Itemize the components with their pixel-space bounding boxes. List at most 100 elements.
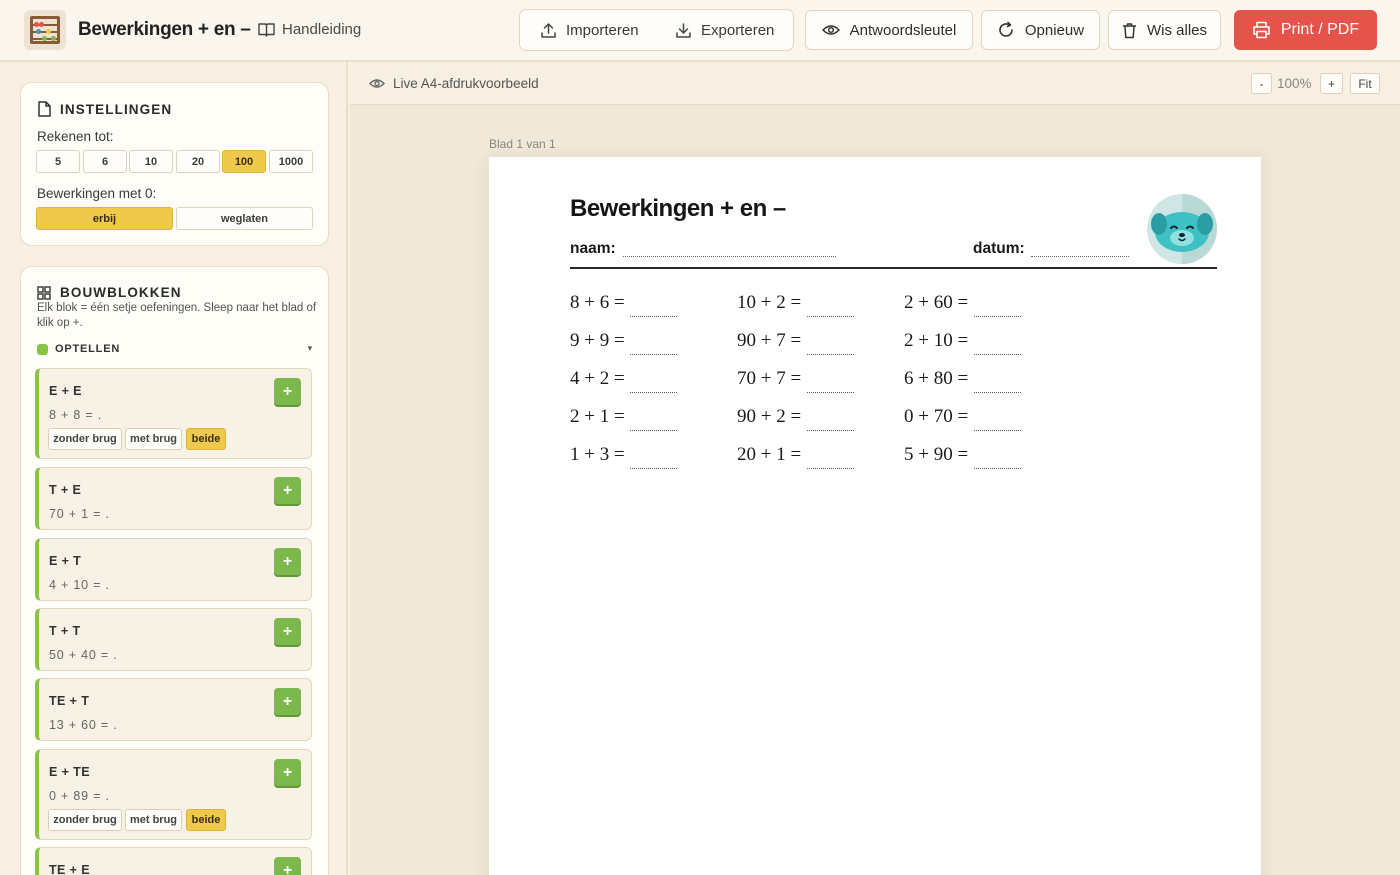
answer-line [630, 354, 677, 355]
chip-with-bridge[interactable]: met brug [125, 809, 182, 831]
eye-icon [821, 25, 840, 35]
worksheet-page: Bewerkingen + en – naam: datum: 8 + 6 = 9… [489, 157, 1261, 875]
add-block-button[interactable]: + [274, 688, 301, 715]
document-icon [38, 101, 51, 117]
clear-all-button[interactable]: Wis alles [1108, 10, 1221, 50]
problem-expression: 2 + 10 = [904, 330, 969, 351]
zero-label: Bewerkingen met 0: [37, 186, 157, 201]
download-icon [676, 22, 691, 38]
import-label: Importeren [566, 21, 639, 39]
grid-icon [37, 285, 51, 300]
block-name: TE + E [49, 863, 90, 875]
settings-card: INSTELLINGEN Rekenen tot: 5 6 10 20 100 … [20, 82, 329, 246]
zoom-in-button[interactable]: + [1320, 73, 1343, 94]
chip-both[interactable]: beide [186, 428, 226, 450]
problem-expression: 2 + 60 = [904, 292, 969, 313]
range-option-6[interactable]: 6 [83, 150, 127, 173]
restart-button[interactable]: Opnieuw [981, 10, 1100, 50]
problem-expression: 1 + 3 = [570, 444, 625, 465]
add-block-button[interactable]: + [274, 759, 301, 786]
section-addition-header[interactable]: OPTELLEN ▾ [37, 343, 313, 355]
fit-button[interactable]: Fit [1350, 73, 1380, 94]
answer-line [974, 316, 1021, 317]
chevron-down-icon[interactable]: ▾ [308, 343, 313, 354]
export-label: Exporteren [701, 21, 775, 39]
block-example: 13 + 60 = . [49, 718, 118, 732]
range-option-100[interactable]: 100 [222, 150, 266, 173]
answer-line [807, 468, 854, 469]
restart-label: Opnieuw [1024, 21, 1085, 39]
add-block-button[interactable]: + [274, 477, 301, 504]
printer-icon [1253, 21, 1270, 39]
answer-line [630, 316, 677, 317]
block-example: 8 + 8 = . [49, 408, 103, 422]
block-e-plus-te[interactable]: E + TE 0 + 89 = . + zonder brug met brug… [35, 749, 312, 840]
answer-line [974, 468, 1021, 469]
book-icon [258, 23, 275, 37]
eye-icon [369, 79, 385, 88]
add-block-button[interactable]: + [274, 378, 301, 405]
date-label: datum: [973, 240, 1025, 257]
problem-expression: 90 + 2 = [737, 406, 802, 427]
answer-key-label: Antwoordsleutel [849, 21, 957, 39]
chip-both[interactable]: beide [186, 809, 226, 831]
zoom-level: 100% [1277, 76, 1312, 91]
manual-link[interactable]: Handleiding [258, 21, 361, 38]
block-name: T + E [49, 483, 82, 497]
block-t-plus-e[interactable]: T + E 70 + 1 = . + [35, 467, 312, 530]
zoom-out-button[interactable]: - [1251, 73, 1272, 94]
add-block-button[interactable]: + [274, 548, 301, 575]
problem-expression: 90 + 7 = [737, 330, 802, 351]
answer-line [630, 430, 677, 431]
answer-line [630, 392, 677, 393]
chip-with-bridge[interactable]: met brug [125, 428, 182, 450]
problem-expression: 6 + 80 = [904, 368, 969, 389]
block-name: E + E [49, 384, 82, 398]
sidebar: INSTELLINGEN Rekenen tot: 5 6 10 20 100 … [0, 62, 348, 875]
block-te-plus-e[interactable]: TE + E + [35, 847, 312, 875]
chip-without-bridge[interactable]: zonder brug [48, 428, 122, 450]
answer-line [807, 316, 854, 317]
name-line [623, 256, 836, 257]
block-e-plus-e[interactable]: E + E 8 + 8 = . + zonder brug met brug b… [35, 368, 312, 459]
export-button[interactable]: Exporteren [675, 10, 774, 50]
preview-toolbar: Live A4-afdrukvoorbeeld - 100% + Fit [350, 62, 1400, 105]
block-e-plus-t[interactable]: E + T 4 + 10 = . + [35, 538, 312, 601]
problem-expression: 70 + 7 = [737, 368, 802, 389]
range-option-1000[interactable]: 1000 [269, 150, 313, 173]
sheet-counter: Blad 1 van 1 [489, 137, 556, 151]
preview-label-text: Live A4-afdrukvoorbeeld [393, 76, 539, 91]
print-pdf-button[interactable]: Print / PDF [1234, 10, 1377, 50]
top-bar: Bewerkingen + en – Handleiding Importere… [0, 0, 1400, 62]
range-option-10[interactable]: 10 [129, 150, 173, 173]
answer-line [807, 354, 854, 355]
answer-line [974, 392, 1021, 393]
block-te-plus-t[interactable]: TE + T 13 + 60 = . + [35, 678, 312, 741]
header-divider [570, 267, 1217, 269]
range-label: Rekenen tot: [37, 129, 114, 144]
import-export-group: Importeren Exporteren [519, 9, 794, 51]
building-blocks-title-label: BOUWBLOKKEN [60, 285, 182, 300]
date-line [1031, 256, 1129, 257]
problem-expression: 8 + 6 = [570, 292, 625, 313]
block-name: TE + T [49, 694, 90, 708]
chip-without-bridge[interactable]: zonder brug [48, 809, 122, 831]
refresh-icon [999, 21, 1013, 37]
problem-expression: 10 + 2 = [737, 292, 802, 313]
block-t-plus-t[interactable]: T + T 50 + 40 = . + [35, 608, 312, 671]
add-block-button[interactable]: + [274, 618, 301, 645]
range-option-20[interactable]: 20 [176, 150, 220, 173]
import-button[interactable]: Importeren [540, 10, 639, 50]
trash-icon [1122, 22, 1136, 38]
answer-line [807, 430, 854, 431]
answer-key-button[interactable]: Antwoordsleutel [805, 10, 973, 50]
answer-line [807, 392, 854, 393]
range-option-5[interactable]: 5 [36, 150, 80, 173]
preview-area: Live A4-afdrukvoorbeeld - 100% + Fit Bla… [350, 62, 1400, 875]
zero-option-omit[interactable]: weglaten [176, 207, 313, 230]
zero-option-include[interactable]: erbij [36, 207, 173, 230]
answer-line [974, 354, 1021, 355]
add-block-button[interactable]: + [274, 857, 301, 875]
problem-expression: 20 + 1 = [737, 444, 802, 465]
worksheet-title: Bewerkingen + en – [570, 195, 786, 222]
